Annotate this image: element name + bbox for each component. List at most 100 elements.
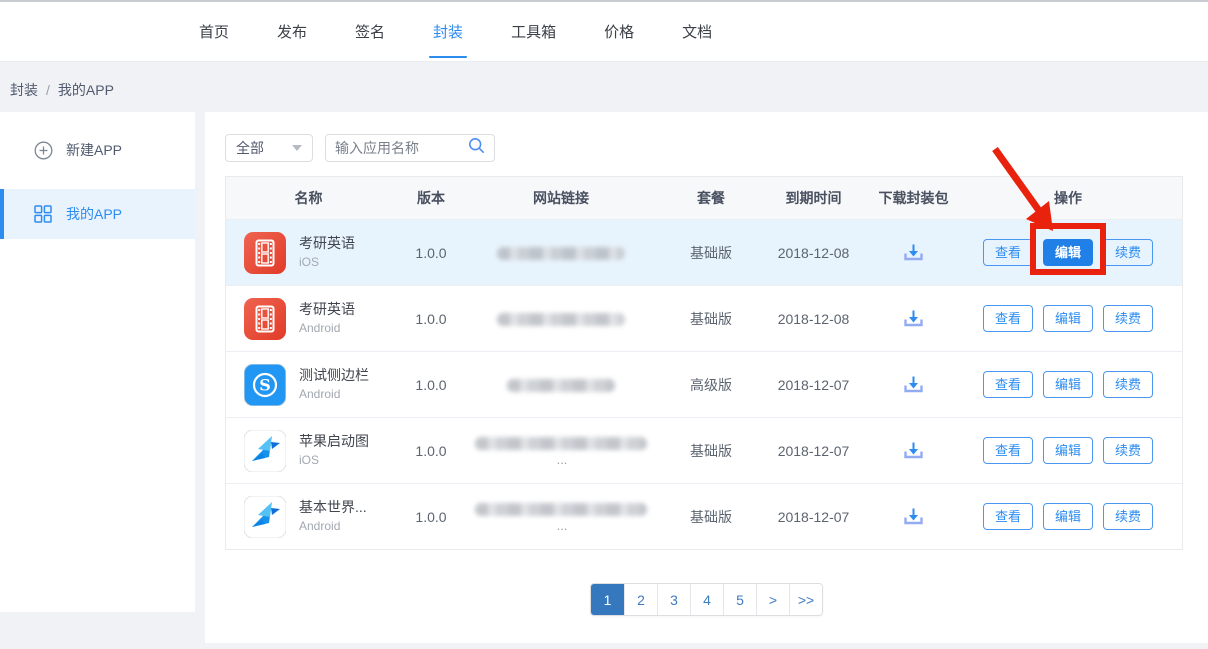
renew-button[interactable]: 续费 xyxy=(1103,503,1153,530)
filter-dropdown[interactable]: 全部 xyxy=(225,134,313,162)
search-input[interactable] xyxy=(335,140,455,156)
app-name: 苹果启动图 xyxy=(299,433,369,451)
edit-button[interactable]: 编辑 xyxy=(1043,503,1093,530)
renew-button[interactable]: 续费 xyxy=(1103,371,1153,398)
app-package: 基础版 xyxy=(651,441,771,461)
table-row: 考研英语 iOS 1.0.0 基础版2018-12-08 查看编辑续费 xyxy=(226,219,1182,285)
chevron-down-icon xyxy=(292,145,302,151)
bird-blue-icon xyxy=(244,430,286,472)
breadcrumb-separator: / xyxy=(46,82,50,98)
download-icon[interactable] xyxy=(902,506,925,528)
app-name: 测试侧边栏 xyxy=(299,367,369,385)
app-version: 1.0.0 xyxy=(391,245,471,261)
page-button-2[interactable]: 2 xyxy=(624,584,657,615)
app-url-masked: ... xyxy=(471,434,651,467)
column-header-1: 版本 xyxy=(391,188,471,208)
page-button-1[interactable]: 1 xyxy=(591,584,624,615)
download-icon[interactable] xyxy=(902,374,925,396)
table-row: 考研英语 Android 1.0.0 基础版2018-12-08 查看编辑续费 xyxy=(226,285,1182,351)
bird-blue-icon xyxy=(244,496,286,538)
breadcrumb-current: 我的APP xyxy=(58,82,114,98)
page-next-button[interactable]: > xyxy=(756,584,789,615)
plus-circle-icon xyxy=(33,140,53,160)
view-button[interactable]: 查看 xyxy=(983,437,1033,464)
app-name: 考研英语 xyxy=(299,235,355,253)
row-actions: 查看编辑续费 xyxy=(971,503,1184,530)
film-red-icon xyxy=(244,232,286,274)
app-version: 1.0.0 xyxy=(391,377,471,393)
view-button[interactable]: 查看 xyxy=(983,503,1033,530)
app-package: 基础版 xyxy=(651,309,771,329)
search-icon[interactable] xyxy=(468,137,485,159)
app-url-masked xyxy=(471,245,651,261)
edit-button[interactable]: 编辑 xyxy=(1043,437,1093,464)
app-expiry: 2018-12-08 xyxy=(771,311,856,327)
sidebar-item-label: 我的APP xyxy=(66,204,122,224)
app-name: 基本世界... xyxy=(299,499,367,517)
renew-button[interactable]: 续费 xyxy=(1103,437,1153,464)
view-button[interactable]: 查看 xyxy=(983,371,1033,398)
column-header-2: 网站链接 xyxy=(471,188,651,208)
main-panel: 全部 名称版本网站链接套餐到期时间下载封装包操作 考研英语iOS1.0.0基础版… xyxy=(205,112,1208,643)
nav-item-2[interactable]: 签名 xyxy=(345,2,395,61)
nav-item-4[interactable]: 工具箱 xyxy=(501,2,566,61)
view-button[interactable]: 查看 xyxy=(983,239,1033,266)
table-row: 基本世界...Android1.0.0...基础版2018-12-07查看编辑续… xyxy=(226,483,1182,549)
breadcrumb-section[interactable]: 封装 xyxy=(10,82,38,98)
sidebar: 新建APP 我的APP xyxy=(0,112,195,612)
page-button-3[interactable]: 3 xyxy=(657,584,690,615)
app-platform: Android xyxy=(299,387,369,402)
row-actions: 查看编辑续费 xyxy=(971,239,1184,266)
filter-dropdown-value: 全部 xyxy=(236,138,264,158)
download-icon[interactable] xyxy=(902,242,925,264)
app-version: 1.0.0 xyxy=(391,443,471,459)
grid-icon xyxy=(33,204,53,224)
app-version: 1.0.0 xyxy=(391,509,471,525)
page-button-4[interactable]: 4 xyxy=(690,584,723,615)
app-platform: Android xyxy=(299,321,355,336)
column-header-3: 套餐 xyxy=(651,188,771,208)
app-package: 高级版 xyxy=(651,375,771,395)
app-expiry: 2018-12-07 xyxy=(771,509,856,525)
nav-item-5[interactable]: 价格 xyxy=(594,2,644,61)
view-button[interactable]: 查看 xyxy=(983,305,1033,332)
app-expiry: 2018-12-08 xyxy=(771,245,856,261)
app-platform: iOS xyxy=(299,255,355,270)
renew-button[interactable]: 续费 xyxy=(1103,239,1153,266)
search-box[interactable] xyxy=(325,134,495,162)
download-icon[interactable] xyxy=(902,308,925,330)
top-navigation: 首页发布签名封装工具箱价格文档 xyxy=(0,0,1208,62)
nav-item-1[interactable]: 发布 xyxy=(267,2,317,61)
download-icon[interactable] xyxy=(902,440,925,462)
nav-item-3[interactable]: 封装 xyxy=(423,2,473,61)
column-header-6: 操作 xyxy=(971,188,1184,208)
svg-text:S: S xyxy=(259,375,271,394)
film-red-icon xyxy=(244,298,286,340)
app-expiry: 2018-12-07 xyxy=(771,377,856,393)
app-expiry: 2018-12-07 xyxy=(771,443,856,459)
renew-button[interactable]: 续费 xyxy=(1103,305,1153,332)
edit-button[interactable]: 编辑 xyxy=(1043,371,1093,398)
column-header-5: 下载封装包 xyxy=(856,188,971,208)
row-actions: 查看编辑续费 xyxy=(971,371,1184,398)
app-name: 考研英语 xyxy=(299,301,355,319)
nav-item-6[interactable]: 文档 xyxy=(672,2,722,61)
app-url-masked xyxy=(471,311,651,327)
app-version: 1.0.0 xyxy=(391,311,471,327)
sidebar-item-0[interactable]: 新建APP xyxy=(0,125,195,175)
app-package: 基础版 xyxy=(651,243,771,263)
sidebar-item-1[interactable]: 我的APP xyxy=(0,189,195,239)
s-blue-icon: S xyxy=(244,364,286,406)
page-jump-next-button[interactable]: >> xyxy=(789,584,822,615)
column-header-0: 名称 xyxy=(226,188,391,208)
row-actions: 查看编辑续费 xyxy=(971,305,1184,332)
app-package: 基础版 xyxy=(651,507,771,527)
edit-button[interactable]: 编辑 xyxy=(1043,239,1093,266)
app-platform: iOS xyxy=(299,453,369,468)
table-row: S 测试侧边栏 Android 1.0.0 高级版2018-12-07 查看编辑续费 xyxy=(226,351,1182,417)
page-button-5[interactable]: 5 xyxy=(723,584,756,615)
breadcrumb: 封装 / 我的APP xyxy=(10,80,114,100)
edit-button[interactable]: 编辑 xyxy=(1043,305,1093,332)
row-actions: 查看编辑续费 xyxy=(971,437,1184,464)
nav-item-0[interactable]: 首页 xyxy=(189,2,239,61)
